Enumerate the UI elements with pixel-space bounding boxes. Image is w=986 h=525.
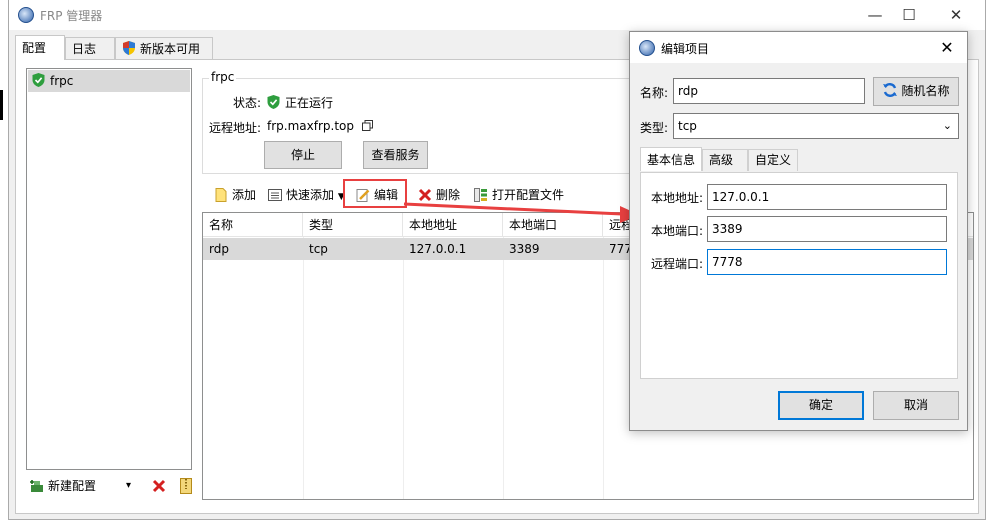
stop-button[interactable]: 停止 <box>264 141 342 169</box>
local-port-label: 本地端口: <box>651 224 704 238</box>
add-label: 添加 <box>232 188 257 202</box>
frpc-group: frpc 状态: 正在运行 远程地址: frp.maxfrp.top 停止 查看… <box>202 70 682 174</box>
chevron-down-icon: ⌄ <box>942 119 952 132</box>
random-name-label: 随机名称 <box>901 84 950 98</box>
basic-info-page: 本地地址: 127.0.0.1 本地端口: 3389 远程端口: 7778 <box>640 172 958 379</box>
new-config-label: 新建配置 <box>48 479 97 493</box>
remote-port-input[interactable]: 7778 <box>707 249 947 275</box>
cell-local-ip: 127.0.0.1 <box>409 242 467 256</box>
dialog-globe-icon <box>639 40 655 56</box>
config-item-label: frpc <box>50 74 74 88</box>
delete-button[interactable]: 删除 <box>418 184 460 206</box>
delete-label: 删除 <box>436 188 461 202</box>
dialog-title: 编辑项目 <box>661 42 710 56</box>
type-select[interactable]: tcp ⌄ <box>673 113 959 139</box>
remote-addr-value: frp.maxfrp.top <box>267 119 373 133</box>
tab-config[interactable]: 配置 <box>15 35 65 60</box>
background-glyph <box>0 90 6 120</box>
open-config-file-label: 打开配置文件 <box>492 188 565 202</box>
maximize-button[interactable]: ☐ <box>889 4 929 26</box>
delete-x-icon <box>152 479 166 493</box>
view-service-button[interactable]: 查看服务 <box>363 141 428 169</box>
edit-highlight-box <box>343 179 407 208</box>
background-app <box>0 0 8 525</box>
tab-log-label: 日志 <box>72 42 97 56</box>
column-header[interactable]: 名称 <box>203 213 303 237</box>
edit-item-dialog: 编辑项目 ✕ 名称: rdp 随机名称 类型: tcp ⌄ 基本信息 高级 自定… <box>629 31 968 431</box>
tab-new-version[interactable]: 新版本可用 <box>115 37 213 60</box>
column-header[interactable]: 本地地址 <box>403 213 503 237</box>
close-button[interactable]: ✕ <box>936 4 976 26</box>
status-text: 正在运行 <box>285 96 334 110</box>
windows-shield-icon <box>122 41 136 55</box>
app-globe-icon <box>18 7 34 23</box>
config-list-toolbar: 新建配置 ▾ <box>30 474 196 498</box>
type-select-value: tcp <box>678 119 697 133</box>
column-divider <box>403 237 404 499</box>
name-label: 名称: <box>640 86 669 100</box>
config-file-icon <box>474 188 487 202</box>
column-divider <box>603 237 604 499</box>
quick-add-label: 快速添加 <box>286 188 335 202</box>
remote-addr-text: frp.maxfrp.top <box>267 119 354 133</box>
cancel-button[interactable]: 取消 <box>873 391 959 420</box>
status-shield-icon <box>267 95 281 109</box>
column-divider <box>303 237 304 499</box>
list-icon <box>268 189 282 201</box>
status-value: 正在运行 <box>267 94 333 111</box>
local-port-input[interactable]: 3389 <box>707 216 947 242</box>
ok-button[interactable]: 确定 <box>778 391 864 420</box>
cell-name: rdp <box>209 242 229 256</box>
open-config-file-button[interactable]: 打开配置文件 <box>474 184 564 206</box>
window-title: FRP 管理器 <box>40 9 103 23</box>
cell-local-port: 3389 <box>509 242 540 256</box>
delete-config-button[interactable] <box>152 474 166 498</box>
cell-type: tcp <box>309 242 328 256</box>
zip-file-icon <box>180 478 192 494</box>
remote-port-label: 远程端口: <box>651 257 704 271</box>
tab-advanced[interactable]: 高级 <box>702 149 748 171</box>
remote-addr-label: 远程地址: <box>208 121 261 135</box>
tab-log[interactable]: 日志 <box>65 37 115 60</box>
quick-add-button[interactable]: 快速添加 ▼ <box>268 184 345 206</box>
status-label: 状态: <box>232 96 261 110</box>
tab-custom[interactable]: 自定义 <box>748 149 798 171</box>
proxy-toolbar: 添加 快速添加 ▼ 编辑 删除 打开配置文件 <box>212 184 652 206</box>
dialog-close-button[interactable]: ✕ <box>935 36 959 60</box>
local-ip-label: 本地地址: <box>651 191 704 205</box>
refresh-icon <box>883 83 898 97</box>
new-config-button[interactable]: 新建配置 <box>30 474 96 498</box>
archive-config-button[interactable] <box>180 474 192 498</box>
dialog-title-bar: 编辑项目 ✕ <box>630 32 967 63</box>
local-ip-input[interactable]: 127.0.0.1 <box>707 184 947 210</box>
type-label: 类型: <box>640 121 669 135</box>
new-config-dropdown[interactable]: ▾ <box>126 474 131 498</box>
new-file-icon <box>215 188 227 202</box>
config-list: frpc <box>26 68 192 470</box>
random-name-button[interactable]: 随机名称 <box>873 77 959 106</box>
tab-config-label: 配置 <box>22 41 47 55</box>
copy-icon[interactable] <box>361 120 373 131</box>
delete-icon <box>418 188 432 202</box>
title-bar: FRP 管理器 — ☐ ✕ <box>9 0 985 30</box>
status-running-icon <box>32 73 46 87</box>
config-item-frpc[interactable]: frpc <box>28 70 190 92</box>
column-header[interactable]: 本地端口 <box>503 213 603 237</box>
column-divider <box>503 237 504 499</box>
column-header[interactable]: 类型 <box>303 213 403 237</box>
frpc-group-title: frpc <box>209 70 237 84</box>
add-button[interactable]: 添加 <box>214 184 256 206</box>
tab-new-version-label: 新版本可用 <box>140 42 201 56</box>
name-input[interactable]: rdp <box>673 78 865 104</box>
new-config-icon <box>30 480 43 492</box>
tab-basic-info[interactable]: 基本信息 <box>640 147 702 171</box>
